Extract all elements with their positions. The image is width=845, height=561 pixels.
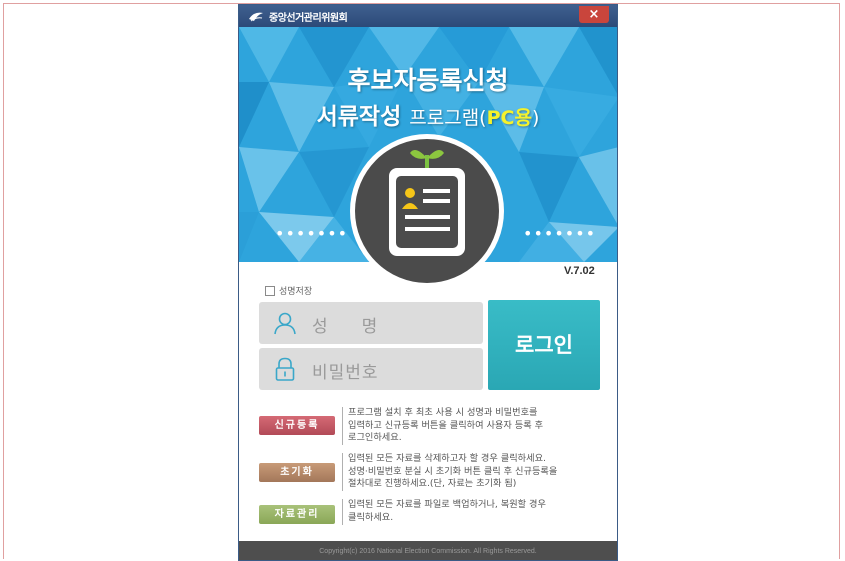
title-bar[interactable]: 중앙선거관리위원회 × (239, 5, 617, 27)
hero-title-sub-part4: ) (531, 107, 540, 129)
dots-decoration-right: ••••••• (523, 224, 597, 243)
divider (342, 453, 343, 491)
reset-description: 입력된 모든 자료를 삭제하고자 할 경우 클릭하세요. 성명·비밀번호 분실 … (348, 453, 558, 489)
hero-title-sub: 서류작성 프로그램(PC용) (239, 97, 617, 131)
save-name-checkbox[interactable]: 성명저장 (265, 284, 312, 297)
save-name-label: 성명저장 (279, 287, 313, 297)
checkbox-icon[interactable] (265, 285, 275, 296)
hero-title-main: 후보자등록신청 (347, 66, 509, 95)
data-manage-description: 입력된 모든 자료를 파일로 백업하거나, 복원할 경우 클릭하세요. (348, 499, 546, 523)
divider (342, 407, 343, 445)
register-button[interactable]: 신규등록 (259, 416, 335, 435)
hero-title-sub-part3: PC용 (486, 107, 532, 129)
hero-title-sub-part1: 서류작성 (316, 104, 410, 130)
document-sprout-emblem-icon (350, 134, 504, 288)
name-placeholder: 성명 (312, 317, 412, 337)
data-manage-button[interactable]: 자료관리 (259, 505, 335, 524)
name-input[interactable]: 성명 (259, 302, 483, 344)
copyright-footer: Copyright(c) 2016 National Election Comm… (239, 541, 617, 560)
election-commission-logo-icon (249, 12, 263, 22)
register-description: 프로그램 설치 후 최초 사용 시 성명과 비밀번호를 입력하고 신규등록 버튼… (348, 407, 544, 443)
dots-decoration-left: ••••••• (275, 224, 349, 243)
version-label: V.7.02 (564, 265, 595, 277)
divider (342, 499, 343, 525)
user-icon (274, 312, 296, 335)
app-window: 중앙선거관리위원회 × 후보자등록신청 서류작성 프로그램(PC용) •••••… (238, 4, 618, 561)
password-placeholder: 비밀번호 (312, 363, 379, 383)
close-button[interactable]: × (579, 6, 609, 23)
hero-title-sub-part2: 프로그램( (409, 107, 487, 129)
window-title: 중앙선거관리위원회 (269, 13, 348, 24)
password-input[interactable]: 비밀번호 (259, 348, 483, 390)
reset-button[interactable]: 초기화 (259, 463, 335, 482)
lock-icon (275, 357, 295, 381)
login-button[interactable]: 로그인 (488, 300, 600, 390)
